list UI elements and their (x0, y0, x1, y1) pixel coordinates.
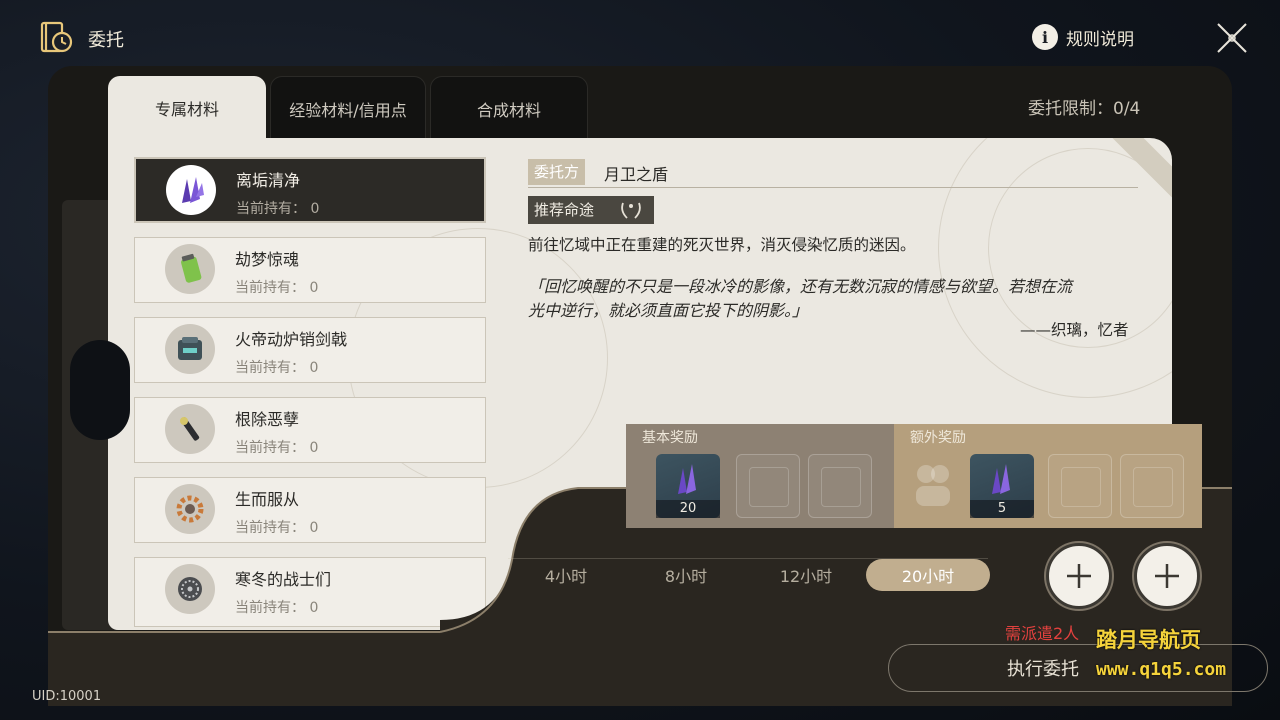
tab-exclusive-materials[interactable]: 专属材料 (108, 76, 266, 140)
plus-icon (1155, 564, 1179, 588)
commission-book-icon (40, 20, 74, 54)
empty-slot-icon (1061, 467, 1101, 507)
purple-crystal-icon (678, 464, 696, 494)
reward-count: 20 (656, 500, 720, 518)
fan-icon (165, 564, 215, 614)
tab-label: 经验材料/信用点 (289, 100, 407, 120)
close-button[interactable] (1212, 18, 1252, 58)
dispatch-requirement: 需派遣2人 (1005, 624, 1080, 643)
item-name: 离垢清净 (236, 171, 301, 190)
add-character-button[interactable] (1134, 543, 1200, 609)
path-tag-label: 推荐命途 (534, 201, 595, 219)
quote-author: ——织璃，忆者 (1020, 321, 1129, 339)
reward-slot-empty (736, 454, 800, 518)
reward-slot[interactable]: 20 (656, 454, 720, 518)
duration-label: 12小时 (779, 567, 833, 586)
reward-count: 5 (970, 500, 1034, 518)
tab-label: 合成材料 (476, 100, 541, 120)
tab-exp-materials[interactable]: 经验材料/信用点 (270, 76, 426, 140)
duration-label: 20小时 (901, 567, 955, 586)
list-item[interactable]: 生而服从 当前持有： 0 (134, 477, 486, 543)
duration-label: 8小时 (664, 567, 708, 586)
commission-description: 前往忆域中正在重建的死灭世界，消灭侵染忆质的迷因。 (528, 236, 916, 254)
reward-slot-empty (808, 454, 872, 518)
execute-label: 执行委托 (1007, 659, 1079, 680)
list-item[interactable]: 寒冬的战士们 当前持有： 0 (134, 557, 486, 627)
quote-line: 「回忆唤醒的不只是一段冰冷的影像，还有无数沉寂的情感与欲望。若想在流 (528, 277, 1073, 296)
list-item[interactable]: 根除恶孽 当前持有： 0 (134, 397, 486, 463)
duration-20h[interactable]: 20小时 (866, 559, 990, 591)
gear-icon (165, 484, 215, 534)
item-holding: 当前持有： 0 (235, 280, 319, 296)
purple-crystal-icon (992, 464, 1010, 494)
commission-limit: 委托限制：0/4 (1028, 99, 1141, 119)
list-item[interactable]: 火帝动炉销剑戟 当前持有： 0 (134, 317, 486, 383)
duration-label: 4小时 (544, 567, 588, 586)
watermark-url: www.q1q5.com (1096, 659, 1227, 680)
list-item[interactable]: 劫梦惊魂 当前持有： 0 (134, 237, 486, 303)
page-title: 委托 (88, 30, 124, 51)
duration-4h[interactable]: 4小时 (506, 559, 626, 591)
empty-slot-icon (1133, 467, 1173, 507)
client-name: 月卫之盾 (604, 165, 669, 184)
item-name: 根除恶孽 (235, 410, 300, 429)
people-icon (916, 465, 950, 506)
item-name: 劫梦惊魂 (235, 250, 300, 269)
extra-reward-panel: 额外奖励 5 (894, 424, 1202, 528)
rules-button[interactable]: i 规则说明 (1032, 24, 1134, 50)
empty-slot-icon (749, 467, 789, 507)
watermark-title: 踏月导航页 (1096, 628, 1201, 652)
reward-slot-empty (1048, 454, 1112, 518)
furnace-icon (165, 324, 215, 374)
recommended-path-tag: 推荐命途 (528, 196, 654, 224)
panel-notch (70, 340, 130, 440)
rules-label: 规则说明 (1066, 29, 1134, 50)
list-item-selected[interactable]: 离垢清净 当前持有： 0 (134, 157, 486, 223)
duration-8h[interactable]: 8小时 (626, 559, 746, 591)
base-reward-title: 基本奖励 (642, 430, 698, 446)
item-holding: 当前持有： 0 (236, 201, 320, 217)
wrench-icon (165, 404, 215, 454)
item-name: 火帝动炉销剑戟 (235, 330, 348, 349)
info-icon: i (1032, 24, 1058, 50)
item-name: 生而服从 (235, 490, 300, 509)
add-character-button[interactable] (1046, 543, 1112, 609)
reward-slot-empty (1120, 454, 1184, 518)
tab-synthesis-materials[interactable]: 合成材料 (430, 76, 588, 140)
empty-slot-icon (821, 467, 861, 507)
base-reward-panel: 基本奖励 20 (626, 424, 894, 528)
commission-quote: 「回忆唤醒的不只是一段冰冷的影像，还有无数沉寂的情感与欲望。若想在流 光中逆行，… (528, 275, 1142, 323)
tab-label: 专属材料 (154, 100, 219, 119)
close-icon (1217, 23, 1247, 53)
purple-crystal-icon (166, 165, 216, 215)
extra-reward-title: 额外奖励 (910, 430, 966, 446)
reward-slot[interactable]: 5 (970, 454, 1034, 518)
item-holding: 当前持有： 0 (235, 360, 319, 376)
item-holding: 当前持有： 0 (235, 440, 319, 456)
item-holding: 当前持有： 0 (235, 520, 319, 536)
duration-12h[interactable]: 12小时 (746, 559, 866, 591)
client-tag: 委托方 (528, 159, 586, 185)
plus-icon (1067, 564, 1091, 588)
item-holding: 当前持有： 0 (235, 600, 319, 616)
laurel-icon (621, 202, 641, 219)
item-name: 寒冬的战士们 (235, 570, 332, 589)
green-canister-icon (165, 244, 215, 294)
uid-label: UID:10001 (32, 689, 102, 704)
